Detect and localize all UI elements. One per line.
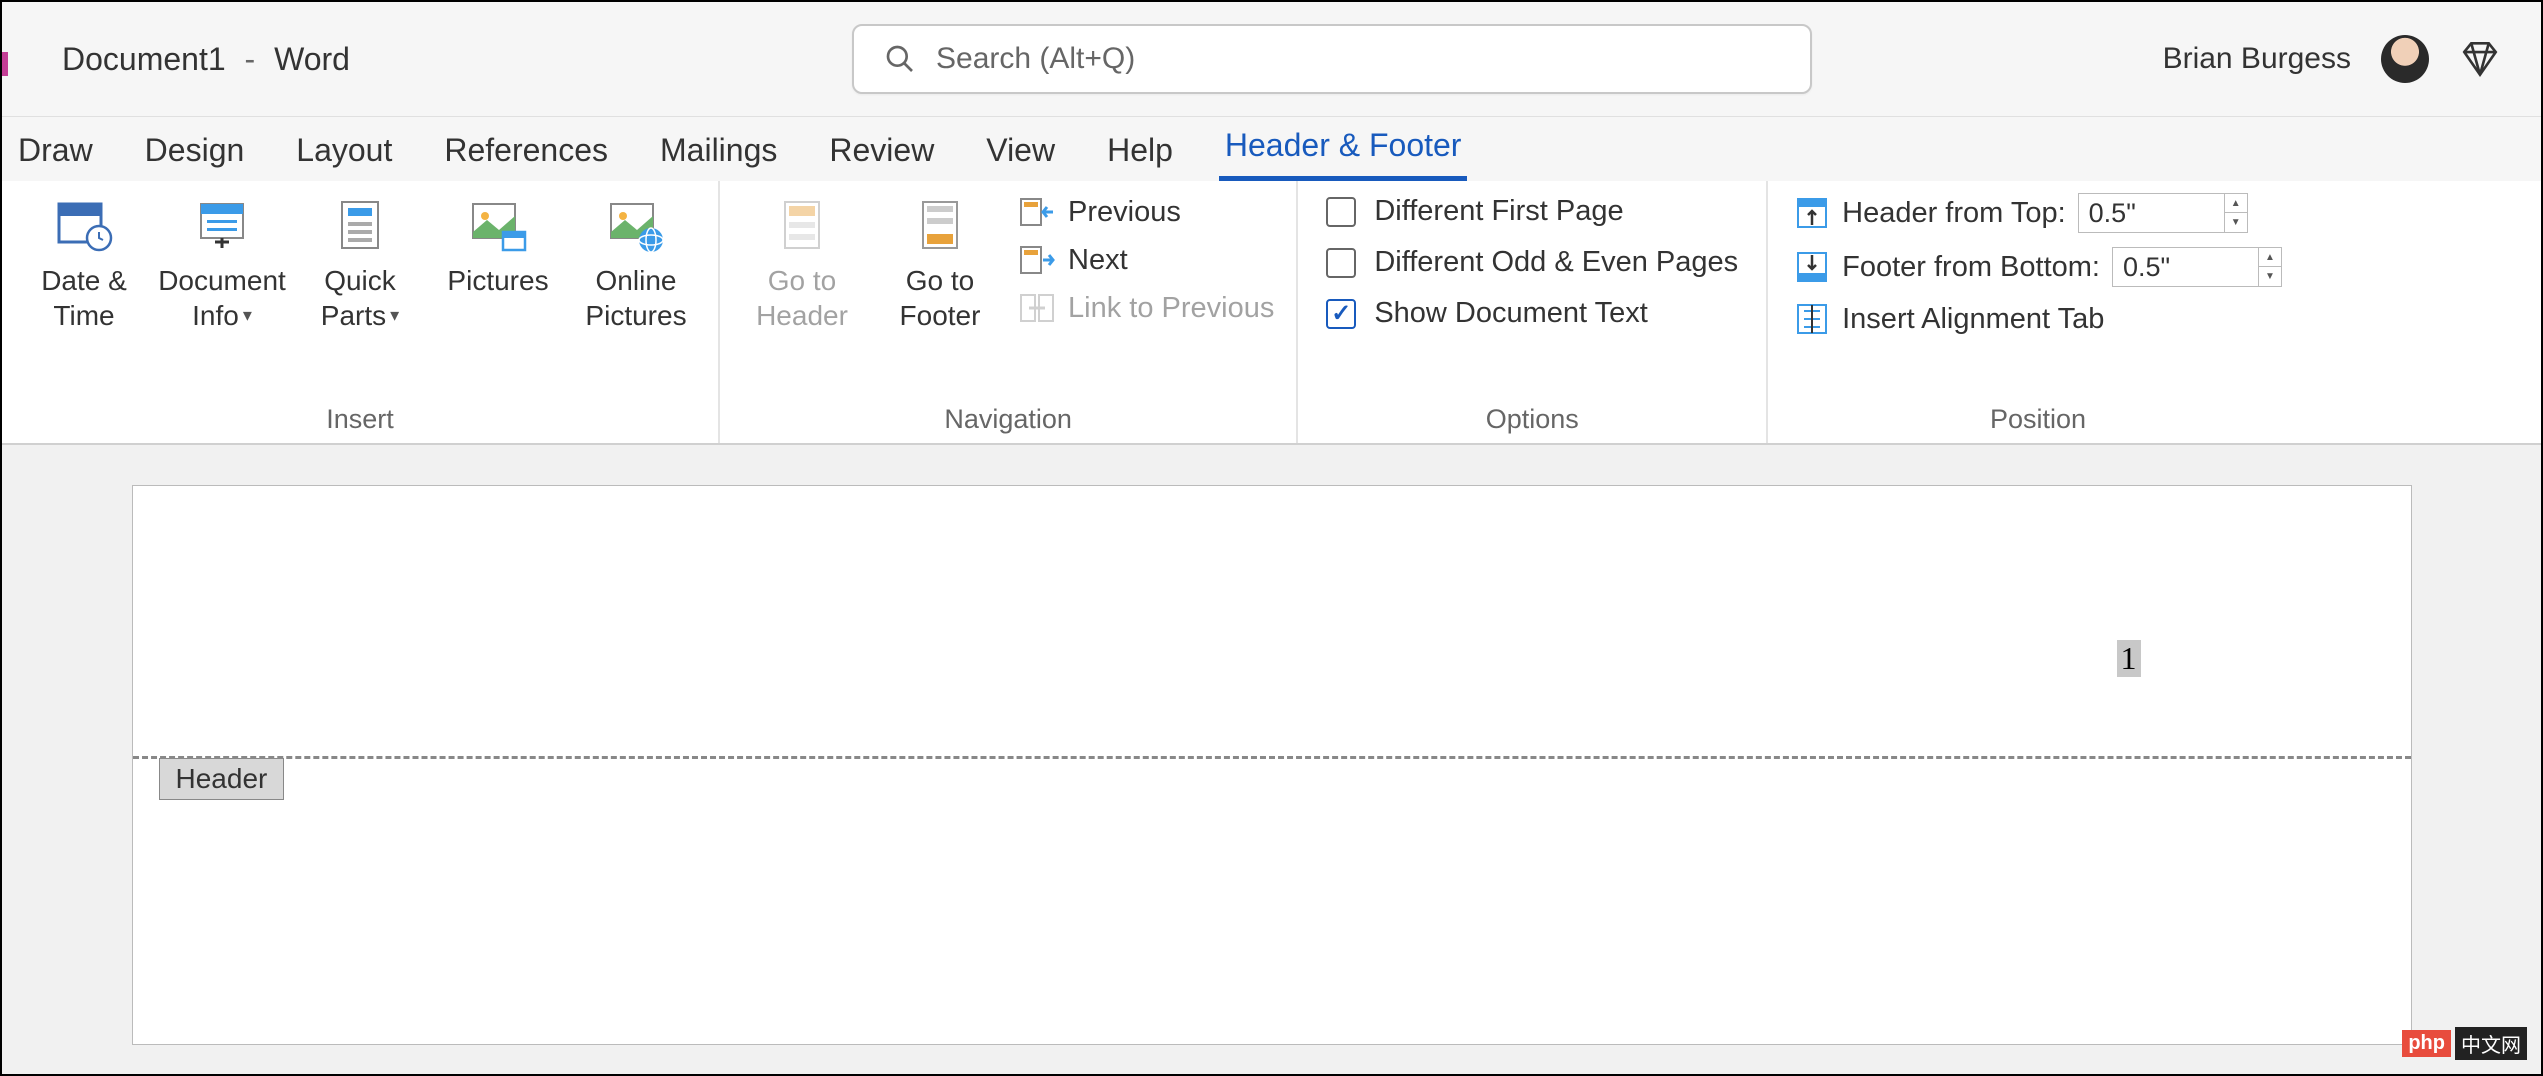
tab-references[interactable]: References [438, 122, 614, 181]
tab-draw[interactable]: Draw [12, 122, 99, 181]
show-document-text-checkbox[interactable]: Show Document Text [1326, 297, 1738, 330]
header-region[interactable]: 1 [133, 486, 2411, 756]
pictures-button[interactable]: Pictures [434, 189, 562, 304]
group-navigation-label: Navigation [944, 400, 1072, 437]
goto-header-button: Go to Header [738, 189, 866, 339]
search-icon [884, 43, 916, 75]
search-placeholder: Search (Alt+Q) [936, 42, 1135, 76]
checkbox-checked-icon [1326, 299, 1356, 329]
group-options: Different First Page Different Odd & Eve… [1298, 181, 1768, 443]
group-position: Header from Top: 0.5" ▲▼ Footer from Bot… [1768, 181, 2308, 443]
group-insert: Date & Time Document Info ▾ Quick Parts … [2, 181, 720, 443]
title-sep: - [245, 41, 256, 77]
tab-view[interactable]: View [980, 122, 1061, 181]
chevron-down-icon: ▾ [390, 304, 399, 327]
previous-icon [1018, 195, 1056, 229]
goto-footer-icon [908, 195, 972, 255]
calendar-clock-icon [52, 195, 116, 255]
watermark: php中文网 [2402, 1027, 2527, 1060]
spinner-up-icon[interactable]: ▲ [2259, 248, 2281, 267]
footer-from-bottom-input[interactable]: 0.5" ▲▼ [2112, 247, 2282, 287]
accent-bar [2, 52, 8, 76]
page[interactable]: 1 Header [132, 485, 2412, 1045]
checkbox-icon [1326, 197, 1356, 227]
group-insert-label: Insert [326, 400, 394, 437]
insert-alignment-tab-button[interactable]: Insert Alignment Tab [1794, 301, 2282, 337]
group-options-label: Options [1486, 400, 1579, 437]
next-icon [1018, 243, 1056, 277]
tab-review[interactable]: Review [823, 122, 940, 181]
online-pictures-icon [604, 195, 668, 255]
link-to-previous-button: Link to Previous [1014, 289, 1278, 327]
alignment-tab-icon [1794, 301, 1830, 337]
quick-parts-icon [328, 195, 392, 255]
header-from-top-row: Header from Top: 0.5" ▲▼ [1794, 193, 2282, 233]
spinner-down-icon[interactable]: ▼ [2225, 213, 2247, 232]
title-bar: Document1 - Word Search (Alt+Q) Brian Bu… [2, 2, 2541, 117]
next-button[interactable]: Next [1014, 241, 1278, 279]
header-tag: Header [159, 758, 285, 800]
user-area: Brian Burgess [2163, 35, 2501, 83]
tab-mailings[interactable]: Mailings [654, 122, 783, 181]
online-pictures-button[interactable]: Online Pictures [572, 189, 700, 339]
page-number[interactable]: 1 [2117, 640, 2141, 677]
spinner-down-icon[interactable]: ▼ [2259, 267, 2281, 286]
group-navigation: Go to Header Go to Footer Previous Next [720, 181, 1298, 443]
user-name[interactable]: Brian Burgess [2163, 42, 2351, 76]
header-from-top-icon [1794, 195, 1830, 231]
premium-diamond-icon[interactable] [2459, 38, 2501, 80]
ribbon-tabs: Draw Design Layout References Mailings R… [2, 117, 2541, 181]
tab-design[interactable]: Design [139, 122, 251, 181]
tab-header-footer[interactable]: Header & Footer [1219, 117, 1468, 181]
date-time-button[interactable]: Date & Time [20, 189, 148, 339]
spinner-up-icon[interactable]: ▲ [2225, 194, 2247, 213]
different-odd-even-checkbox[interactable]: Different Odd & Even Pages [1326, 246, 1738, 279]
footer-from-bottom-row: Footer from Bottom: 0.5" ▲▼ [1794, 247, 2282, 287]
document-name: Document1 [62, 41, 226, 77]
chevron-down-icon: ▾ [243, 304, 252, 327]
document-area[interactable]: 1 Header [2, 445, 2541, 1074]
quick-parts-button[interactable]: Quick Parts ▾ [296, 189, 424, 339]
group-position-label: Position [1990, 400, 2086, 437]
app-name: Word [274, 41, 350, 77]
different-first-page-checkbox[interactable]: Different First Page [1326, 195, 1738, 228]
tab-help[interactable]: Help [1101, 122, 1179, 181]
checkbox-icon [1326, 248, 1356, 278]
previous-button[interactable]: Previous [1014, 193, 1278, 231]
footer-from-bottom-icon [1794, 249, 1830, 285]
goto-footer-button[interactable]: Go to Footer [876, 189, 1004, 339]
header-from-top-input[interactable]: 0.5" ▲▼ [2078, 193, 2248, 233]
pictures-icon [466, 195, 530, 255]
goto-header-icon [770, 195, 834, 255]
link-icon [1018, 291, 1056, 325]
document-info-button[interactable]: Document Info ▾ [158, 189, 286, 339]
window-title: Document1 - Word [62, 41, 350, 78]
document-info-icon [190, 195, 254, 255]
avatar[interactable] [2381, 35, 2429, 83]
search-input[interactable]: Search (Alt+Q) [852, 24, 1812, 94]
header-divider [133, 756, 2411, 759]
tab-layout[interactable]: Layout [290, 122, 398, 181]
ribbon: Date & Time Document Info ▾ Quick Parts … [2, 181, 2541, 445]
